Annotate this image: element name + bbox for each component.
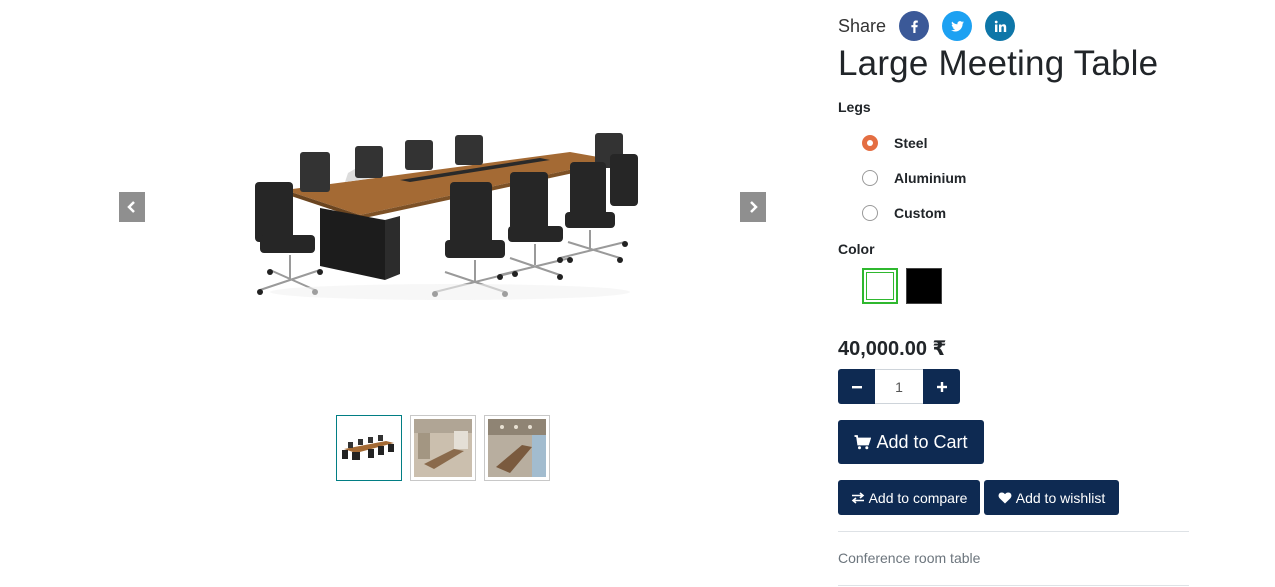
add-to-wishlist-button[interactable]: Add to wishlist <box>984 480 1119 515</box>
linkedin-share-button[interactable] <box>985 11 1016 41</box>
color-attribute-label: Color <box>838 241 875 257</box>
thumbnail-2[interactable] <box>410 415 476 481</box>
product-description: Conference room table <box>838 550 981 566</box>
color-swatch-white[interactable] <box>862 268 898 304</box>
add-to-compare-button[interactable]: Add to compare <box>838 480 980 515</box>
heart-icon <box>998 492 1012 504</box>
legs-option-label: Custom <box>894 205 947 221</box>
minus-icon <box>851 385 862 388</box>
facebook-icon <box>910 20 918 33</box>
shopping-cart-icon <box>854 434 872 449</box>
share-label: Share <box>838 16 887 36</box>
quantity-increase-button[interactable] <box>923 369 960 404</box>
thumbnail-3[interactable] <box>484 415 550 481</box>
share-row: Share <box>838 11 1028 41</box>
legs-option-steel[interactable]: Steel <box>862 135 927 151</box>
divider <box>838 585 1189 586</box>
radio-button[interactable] <box>862 170 878 186</box>
plus-icon <box>936 381 947 392</box>
legs-option-custom[interactable]: Custom <box>862 205 946 221</box>
add-to-compare-label: Add to compare <box>868 489 968 506</box>
radio-button[interactable] <box>862 205 878 221</box>
carousel-next-button[interactable] <box>740 192 766 222</box>
exchange-icon <box>851 491 864 504</box>
meeting-table-thumbnail <box>342 435 394 460</box>
linkedin-icon <box>994 20 1006 32</box>
add-to-wishlist-label: Add to wishlist <box>1015 489 1106 506</box>
quantity-stepper <box>838 369 960 404</box>
chevron-right-icon <box>750 201 758 213</box>
thumbnail-1[interactable] <box>336 415 402 481</box>
legs-option-label: Aluminium <box>894 170 967 186</box>
quantity-decrease-button[interactable] <box>838 369 875 404</box>
facebook-share-button[interactable] <box>899 11 930 41</box>
conference-room-thumbnail <box>414 419 472 477</box>
add-to-cart-label: Add to Cart <box>876 431 968 452</box>
color-swatch-black[interactable] <box>906 268 942 304</box>
add-to-cart-button[interactable]: Add to Cart <box>838 420 984 464</box>
chevron-left-icon <box>127 201 135 213</box>
legs-option-aluminium[interactable]: Aluminium <box>862 170 966 186</box>
twitter-icon <box>950 20 964 31</box>
twitter-share-button[interactable] <box>942 11 973 41</box>
thumbnail-strip <box>336 415 550 481</box>
main-product-image <box>255 133 638 300</box>
carousel-prev-button[interactable] <box>119 192 145 222</box>
legs-option-label: Steel <box>894 135 928 151</box>
divider <box>838 531 1189 532</box>
product-title: Large Meeting Table <box>838 44 1159 83</box>
quantity-input[interactable] <box>875 369 923 404</box>
conference-room-thumbnail <box>488 419 546 477</box>
product-price: 40,000.00 ₹ <box>838 338 947 360</box>
legs-attribute-label: Legs <box>838 99 871 115</box>
radio-button[interactable] <box>862 135 878 151</box>
